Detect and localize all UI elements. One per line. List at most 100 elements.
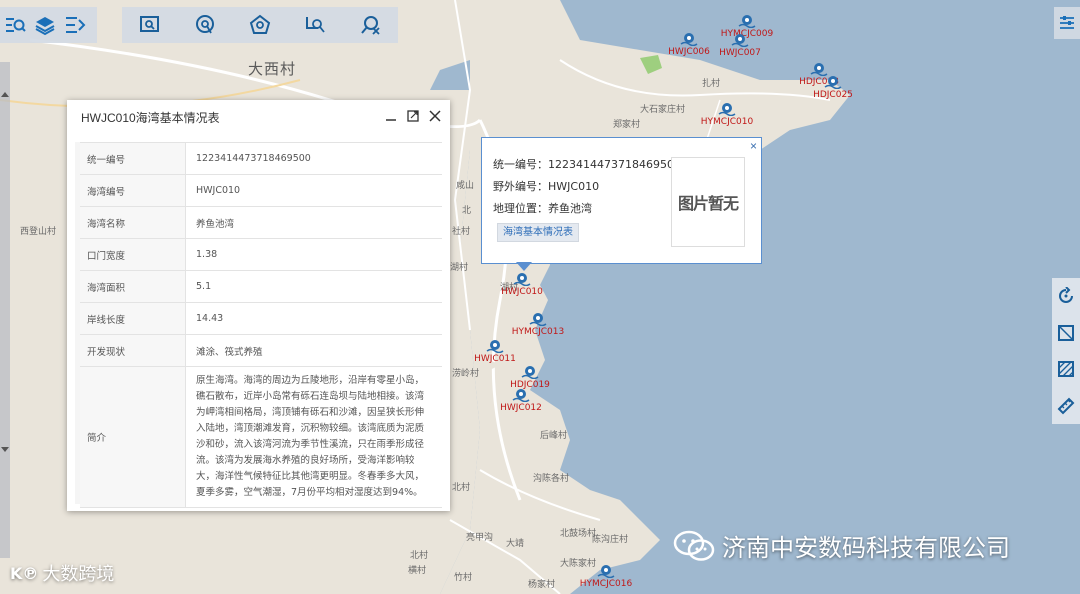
table-row: 海湾面积 5.1 bbox=[80, 270, 442, 303]
selection-toolbar bbox=[122, 7, 398, 43]
bay-info-dialog: HWJC010海湾基本情况表 统一编号 1223414473718469500 海… bbox=[67, 100, 450, 511]
place-label: 横村 bbox=[408, 566, 427, 576]
row-value: 1.38 bbox=[185, 238, 442, 271]
minimize-icon bbox=[386, 119, 396, 121]
place-label: 大陈家村 bbox=[560, 559, 597, 569]
place-label: 陈沟庄村 bbox=[592, 535, 629, 545]
refresh-icon bbox=[1059, 287, 1073, 304]
line-select-icon bbox=[306, 17, 325, 33]
row-value: 14.43 bbox=[185, 302, 442, 335]
marker-code: HYMCJC013 bbox=[511, 327, 565, 337]
marker-code: HWJC012 bbox=[500, 403, 542, 413]
dialog-header[interactable]: HWJC010海湾基本情况表 bbox=[67, 100, 450, 134]
map-marker[interactable]: HYMCJC013 bbox=[512, 313, 564, 337]
station-icon bbox=[718, 103, 736, 116]
search-list-icon bbox=[6, 18, 26, 32]
ruler-button[interactable] bbox=[1055, 395, 1077, 417]
rectangle-select-button[interactable] bbox=[135, 10, 165, 40]
map-marker[interactable]: HWJC010 bbox=[501, 273, 543, 297]
clear-select-icon bbox=[361, 16, 380, 35]
row-value: 养鱼池湾 bbox=[185, 206, 442, 239]
settings-menu-button[interactable] bbox=[1054, 7, 1080, 39]
row-value: 1223414473718469500 bbox=[185, 142, 442, 175]
polygon-select-button[interactable] bbox=[245, 10, 275, 40]
map-marker[interactable]: HDJC018 bbox=[799, 63, 839, 87]
area-measure-button[interactable] bbox=[1055, 358, 1077, 380]
dialog-body: 统一编号 1223414473718469500 海湾编号 HWJC010 海湾名称… bbox=[75, 142, 442, 508]
place-label: 扎村 bbox=[702, 79, 721, 89]
station-icon bbox=[512, 389, 530, 402]
row-key: 岸线长度 bbox=[80, 302, 186, 335]
marker-code: HDJC019 bbox=[510, 380, 550, 390]
place-label: 后峰村 bbox=[540, 431, 568, 441]
station-icon bbox=[824, 76, 842, 89]
circle-select-icon bbox=[195, 15, 214, 34]
bay-info-table-button[interactable]: 海湾基本情况表 bbox=[497, 223, 579, 242]
place-label: 大西村 bbox=[248, 60, 297, 78]
row-value: 原生海湾。海湾的周边为丘陵地形，沿岸有零星小岛，礁石散布，近岸小岛常有砾石连岛坝… bbox=[185, 366, 442, 508]
wechat-icon bbox=[673, 530, 715, 561]
map-marker[interactable]: HWJC012 bbox=[500, 389, 542, 413]
maximize-icon bbox=[407, 110, 419, 122]
row-key: 简介 bbox=[80, 366, 186, 508]
company-watermark: 济南中安数码科技有限公司 bbox=[672, 528, 1010, 563]
place-label: 西登山村 bbox=[20, 227, 57, 237]
station-icon bbox=[680, 33, 698, 46]
map-marker[interactable]: HDJC019 bbox=[510, 366, 550, 390]
place-label: 北鼓场村 bbox=[560, 529, 597, 539]
close-icon bbox=[429, 110, 441, 122]
map-marker[interactable]: HDJC025 bbox=[813, 76, 853, 100]
row-value: 滩涂、筏式养殖 bbox=[185, 334, 442, 367]
place-label: 涝岭村 bbox=[452, 369, 480, 379]
place-label: 大靖 bbox=[506, 539, 525, 549]
map-marker[interactable]: HWJC007 bbox=[719, 34, 761, 58]
popup-pointer bbox=[516, 262, 532, 271]
photo-placeholder-text: 图片暂无 bbox=[677, 194, 739, 213]
polygon-select-icon bbox=[249, 14, 271, 34]
indent-menu-icon bbox=[66, 17, 86, 33]
maximize-button[interactable] bbox=[406, 109, 420, 123]
scroll-up-icon[interactable] bbox=[1, 92, 9, 97]
station-icon bbox=[597, 565, 615, 578]
indent-menu-button[interactable] bbox=[60, 10, 90, 40]
map-marker[interactable]: HYMCJC016 bbox=[580, 565, 632, 589]
company-name: 济南中安数码科技有限公司 bbox=[722, 534, 1010, 562]
photo-placeholder: 图片暂无 bbox=[671, 157, 745, 247]
row-key: 海湾名称 bbox=[80, 206, 186, 239]
table-row: 海湾名称 养鱼池湾 bbox=[80, 206, 442, 239]
map-marker[interactable]: HYMCJC010 bbox=[701, 103, 753, 127]
station-icon bbox=[486, 340, 504, 353]
row-key: 海湾编号 bbox=[80, 174, 186, 207]
marker-code: HYMCJC010 bbox=[700, 117, 754, 127]
station-icon bbox=[738, 15, 756, 28]
square-draw-button[interactable] bbox=[1055, 322, 1077, 344]
area-measure-icon bbox=[1058, 361, 1074, 378]
marker-code: HWJC010 bbox=[501, 287, 543, 297]
left-panel-scrollbar[interactable] bbox=[0, 62, 10, 558]
row-value: HWJC010 bbox=[185, 174, 442, 207]
dialog-title: HWJC010海湾基本情况表 bbox=[81, 110, 220, 125]
line-select-button[interactable] bbox=[300, 10, 330, 40]
station-icon bbox=[521, 366, 539, 379]
search-list-button[interactable] bbox=[0, 10, 30, 40]
scroll-down-icon[interactable] bbox=[1, 447, 9, 452]
sliders-icon bbox=[1060, 16, 1074, 29]
marker-code: HWJC007 bbox=[719, 48, 761, 58]
layers-button[interactable] bbox=[30, 10, 60, 40]
table-row: 口门宽度 1.38 bbox=[80, 238, 442, 271]
table-row: 统一编号 1223414473718469500 bbox=[80, 142, 442, 175]
map-marker[interactable]: HWJC006 bbox=[668, 33, 710, 57]
marker-code: HYMCJC016 bbox=[579, 579, 633, 589]
square-draw-icon bbox=[1058, 324, 1074, 341]
map-marker[interactable]: HWJC011 bbox=[474, 340, 516, 364]
clear-select-button[interactable] bbox=[355, 10, 385, 40]
circle-select-button[interactable] bbox=[190, 10, 220, 40]
brand-logo: K℗ bbox=[10, 563, 39, 583]
refresh-button[interactable] bbox=[1055, 285, 1077, 307]
place-label: 北村 bbox=[452, 483, 471, 493]
popup-location: 地理位置：养鱼池湾 bbox=[493, 202, 592, 215]
minimize-button[interactable] bbox=[384, 109, 398, 123]
place-label: 社村 bbox=[452, 227, 471, 237]
popup-close-button[interactable]: × bbox=[750, 139, 757, 153]
close-button[interactable] bbox=[428, 109, 442, 123]
